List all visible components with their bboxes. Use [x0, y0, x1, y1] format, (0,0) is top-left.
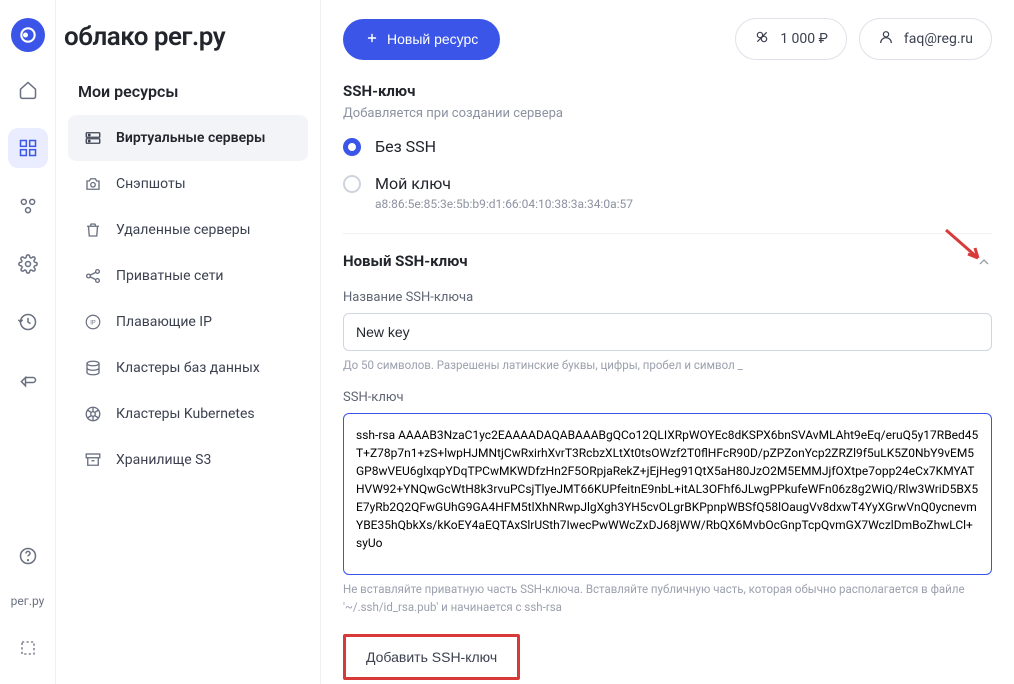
sidebar-item-k8s[interactable]: Кластеры Kubernetes — [68, 391, 308, 437]
trash-icon — [84, 221, 102, 239]
ssh-section-subtitle: Добавляется при создании сервера — [343, 106, 992, 121]
camera-icon — [84, 175, 102, 193]
rail-help-icon[interactable] — [8, 536, 48, 576]
topbar: Новый ресурс 1 000 ₽ faq@reg.ru — [343, 18, 992, 60]
sidebar-item-label: Удаленные серверы — [116, 222, 251, 238]
sidebar-item-servers[interactable]: Виртуальные серверы — [68, 115, 308, 161]
new-ssh-heading: Новый SSH-ключ — [343, 252, 468, 270]
radio-unchecked-icon — [343, 175, 361, 193]
sidebar-item-label: Хранилище S3 — [116, 452, 211, 468]
sidebar-item-label: Кластеры Kubernetes — [116, 406, 255, 422]
key-value-textarea[interactable] — [343, 413, 992, 575]
rail-plugins-icon[interactable] — [8, 186, 48, 226]
svg-text:IP: IP — [90, 319, 96, 326]
sidebar-item-networks[interactable]: Приватные сети — [68, 253, 308, 299]
sidebar-item-label: Плавающие IP — [116, 314, 212, 330]
plus-icon — [365, 31, 379, 48]
add-ssh-key-button[interactable]: Добавить SSH-ключ — [343, 634, 520, 680]
money-icon — [754, 29, 770, 49]
key-name-helper: До 50 символов. Разрешены латинские букв… — [343, 357, 992, 374]
divider — [343, 233, 992, 234]
chevron-up-icon[interactable] — [976, 254, 992, 274]
sidebar: облако рег.ру Мои ресурсы Виртуальные се… — [56, 0, 321, 684]
sidebar-item-deleted[interactable]: Удаленные серверы — [68, 207, 308, 253]
archive-icon — [84, 451, 102, 469]
ssh-fingerprint: a8:86:5e:85:3e:5b:b9:d1:66:04:10:38:3a:3… — [375, 197, 992, 211]
rail-home-icon[interactable] — [8, 70, 48, 110]
main-content: Новый ресурс 1 000 ₽ faq@reg.ru SSH-ключ… — [321, 0, 1014, 684]
user-email: faq@reg.ru — [904, 31, 973, 47]
database-icon — [84, 359, 102, 377]
user-pill[interactable]: faq@reg.ru — [859, 18, 992, 60]
ssh-option-none-label: Без SSH — [375, 137, 436, 156]
wheel-icon — [84, 405, 102, 423]
ip-icon: IP — [84, 313, 102, 331]
servers-icon — [84, 129, 102, 147]
key-value-helper: Не вставляйте приватную часть SSH-ключа.… — [343, 581, 992, 616]
new-resource-label: Новый ресурс — [387, 31, 478, 47]
sidebar-item-snapshots[interactable]: Снэпшоты — [68, 161, 308, 207]
ssh-option-mykey[interactable]: Мой ключ — [343, 174, 992, 193]
rail-resources-icon[interactable] — [8, 128, 48, 168]
ssh-section-title: SSH-ключ — [343, 82, 992, 100]
user-icon — [878, 29, 894, 49]
key-name-label: Название SSH-ключа — [343, 290, 992, 305]
rail-collapse-icon[interactable] — [8, 628, 48, 668]
sidebar-item-label: Снэпшоты — [116, 176, 186, 192]
new-resource-button[interactable]: Новый ресурс — [343, 19, 500, 60]
key-value-label: SSH-ключ — [343, 390, 992, 405]
share-icon — [84, 267, 102, 285]
icon-rail: рег.ру — [0, 0, 56, 684]
rail-history-icon[interactable] — [8, 302, 48, 342]
ssh-option-mykey-label: Мой ключ — [375, 174, 451, 193]
radio-checked-icon — [343, 138, 361, 156]
rail-footer-brand: рег.ру — [11, 594, 45, 608]
logo-icon[interactable] — [11, 18, 45, 52]
ssh-option-none[interactable]: Без SSH — [343, 137, 992, 156]
rail-notifications-icon[interactable] — [8, 360, 48, 400]
sidebar-section-title: Мои ресурсы — [56, 82, 320, 115]
key-name-input[interactable] — [343, 313, 992, 351]
balance-value: 1 000 ₽ — [780, 31, 828, 47]
sidebar-item-label: Приватные сети — [116, 268, 224, 284]
sidebar-item-db[interactable]: Кластеры баз данных — [68, 345, 308, 391]
balance-pill[interactable]: 1 000 ₽ — [735, 18, 847, 60]
sidebar-item-label: Кластеры баз данных — [116, 360, 260, 376]
sidebar-item-s3[interactable]: Хранилище S3 — [68, 437, 308, 483]
sidebar-item-label: Виртуальные серверы — [116, 130, 265, 146]
brand-title: облако рег.ру — [56, 22, 320, 52]
sidebar-item-floating-ip[interactable]: IP Плавающие IP — [68, 299, 308, 345]
rail-settings-icon[interactable] — [8, 244, 48, 284]
